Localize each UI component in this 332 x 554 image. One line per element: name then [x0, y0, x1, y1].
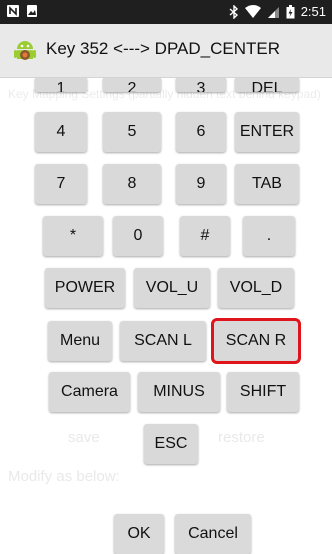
key-scan-l[interactable]: SCAN L	[120, 321, 206, 361]
restore-label: restore	[218, 429, 265, 446]
key-9[interactable]: 9	[176, 164, 226, 204]
page-title: Key 352 <---> DPAD_CENTER	[46, 39, 280, 58]
battery-icon	[286, 4, 295, 18]
key-vol-down[interactable]: VOL_D	[218, 268, 294, 308]
key-1[interactable]: 1	[35, 78, 87, 92]
key-6[interactable]: 6	[176, 112, 226, 152]
modify-label: Modify as below:	[8, 468, 120, 485]
key-hash[interactable]: #	[180, 216, 230, 256]
key-5[interactable]: 5	[103, 112, 161, 152]
image-icon	[27, 5, 37, 17]
key-8[interactable]: 8	[103, 164, 161, 204]
android-icon	[14, 41, 36, 60]
ok-button[interactable]: OK	[114, 514, 164, 554]
status-left	[6, 4, 38, 18]
cancel-button[interactable]: Cancel	[175, 514, 251, 554]
key-7[interactable]: 7	[35, 164, 87, 204]
key-power[interactable]: POWER	[45, 268, 125, 308]
key-minus[interactable]: MINUS	[138, 372, 220, 412]
title-bar: Key 352 <---> DPAD_CENTER	[0, 24, 332, 78]
key-4[interactable]: 4	[35, 112, 87, 152]
status-right: 2:51	[229, 4, 326, 19]
key-enter[interactable]: ENTER	[235, 112, 299, 152]
key-3[interactable]: 3	[176, 78, 226, 92]
status-bar: 2:51	[0, 0, 332, 24]
bluetooth-icon	[229, 4, 238, 19]
key-vol-up[interactable]: VOL_U	[134, 268, 210, 308]
key-2[interactable]: 2	[103, 78, 161, 92]
clock: 2:51	[300, 4, 326, 19]
key-period[interactable]: .	[243, 216, 295, 256]
key-asterisk[interactable]: *	[43, 216, 103, 256]
key-shift[interactable]: SHIFT	[227, 372, 299, 412]
save-label: save	[68, 429, 100, 446]
wifi-icon	[244, 4, 261, 18]
key-esc[interactable]: ESC	[144, 424, 198, 464]
signal-icon	[267, 6, 279, 18]
key-camera[interactable]: Camera	[49, 372, 130, 412]
key-del[interactable]: DEL	[235, 78, 299, 92]
key-0[interactable]: 0	[113, 216, 163, 256]
n-icon	[7, 5, 19, 17]
key-menu[interactable]: Menu	[48, 321, 112, 361]
key-tab[interactable]: TAB	[235, 164, 299, 204]
main-content: Key Mapping Settings (partially hidden t…	[0, 78, 332, 554]
key-scan-r[interactable]: SCAN R	[211, 318, 301, 364]
